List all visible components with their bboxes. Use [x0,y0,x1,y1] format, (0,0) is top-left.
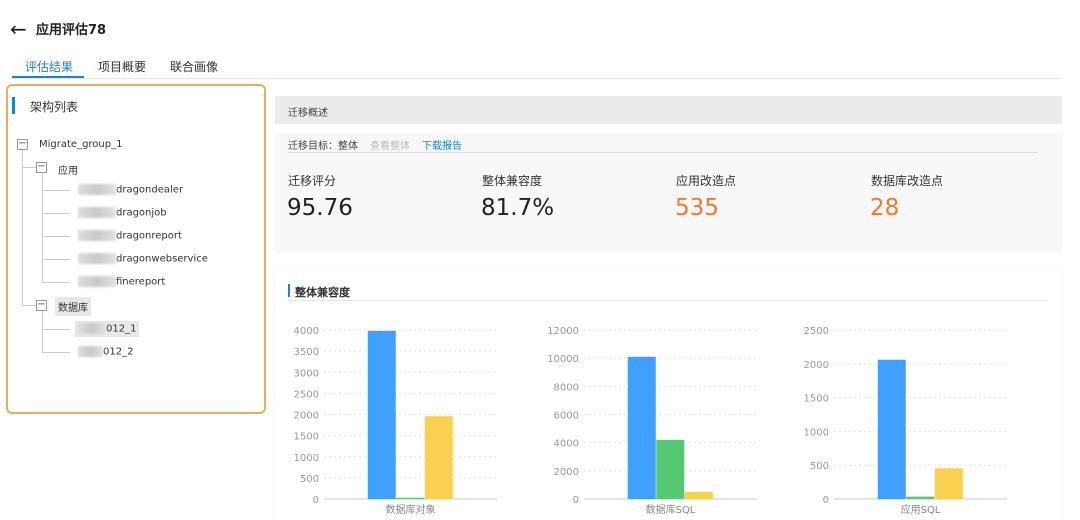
bar [906,496,935,499]
bar [627,356,656,499]
bar [396,497,425,499]
y-tick-label: 2500 [294,389,319,400]
x-tick-label: 应用SQL [901,503,941,516]
y-tick-label: 2500 [804,326,829,337]
y-tick-label: 10000 [547,354,579,365]
y-tick-label: 500 [300,474,319,485]
y-tick-label: 1500 [294,432,319,443]
compat-charts: 0 500 1000 1500 2000 2500 3000 3500 4000 数据库对象 0 20… [294,326,1007,516]
bar [367,330,396,499]
y-tick-label: 0 [573,495,579,506]
y-tick-label: 0 [313,495,319,506]
bar [684,491,713,499]
y-tick-label: 1000 [804,427,829,438]
y-tick-label: 8000 [554,382,579,393]
y-tick-label: 6000 [554,411,579,422]
y-tick-label: 2000 [294,411,319,422]
y-tick-label: 0 [823,495,829,506]
y-tick-label: 4000 [294,326,319,337]
y-tick-label: 12000 [547,326,579,337]
y-tick-label: 2000 [804,360,829,371]
y-tick-label: 2000 [554,467,579,478]
y-tick-label: 1500 [804,394,829,405]
y-tick-label: 3000 [294,368,319,379]
x-tick-label: 数据库对象 [386,503,436,516]
bar [877,359,906,499]
bar [424,416,453,499]
bar [656,439,685,499]
bar [934,468,963,499]
x-tick-label: 数据库SQL [646,503,696,516]
y-tick-label: 500 [810,461,829,472]
y-tick-label: 1000 [294,453,319,464]
y-tick-label: 3500 [294,347,319,358]
y-tick-label: 4000 [554,439,579,450]
